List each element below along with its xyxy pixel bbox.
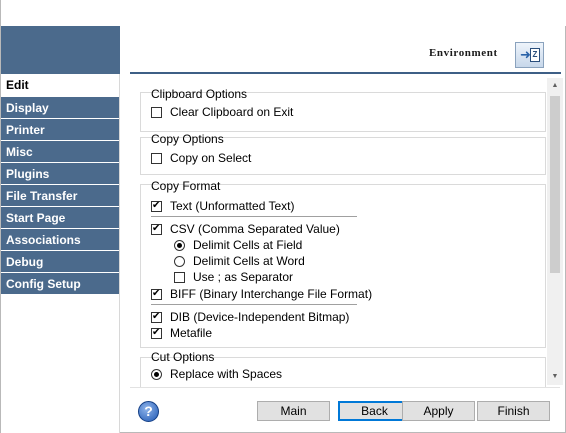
delimit-at-word-radio[interactable]: Delimit Cells at Word: [174, 253, 305, 269]
sidebar-item-debug[interactable]: Debug: [1, 251, 119, 273]
delimit-at-field-label: Delimit Cells at Field: [193, 238, 303, 252]
sidebar-item-display[interactable]: Display: [1, 97, 119, 119]
checkbox-box[interactable]: [151, 310, 162, 324]
use-semicolon-separator-checkbox[interactable]: Use ; as Separator: [174, 269, 293, 285]
clear-clipboard-on-exit-label: Clear Clipboard on Exit: [170, 105, 294, 119]
sidebar-item-misc[interactable]: Misc: [1, 141, 119, 163]
options-panel: Clipboard Options Clear Clipboard on Exi…: [130, 78, 560, 388]
apply-button[interactable]: Apply: [402, 401, 475, 421]
main-button[interactable]: Main: [257, 401, 330, 421]
checkbox-box[interactable]: [151, 106, 162, 118]
delimit-at-word-label: Delimit Cells at Word: [193, 254, 305, 268]
biff-format-checkbox[interactable]: BIFF (Binary Interchange File Format): [151, 286, 372, 302]
format-separator: [151, 304, 357, 305]
sidebar-item-associations[interactable]: Associations: [1, 229, 119, 251]
checkbox-box[interactable]: [151, 199, 162, 213]
metafile-format-checkbox[interactable]: Metafile: [151, 325, 212, 341]
csv-format-checkbox[interactable]: CSV (Comma Separated Value): [151, 221, 340, 237]
csv-format-label: CSV (Comma Separated Value): [170, 222, 340, 236]
sidebar-nav: Edit Display Printer Misc Plugins File T…: [1, 74, 120, 433]
finish-button[interactable]: Finish: [477, 401, 550, 421]
sidebar-item-file-transfer[interactable]: File Transfer: [1, 185, 119, 207]
copy-options-title: Copy Options: [151, 132, 224, 146]
replace-with-spaces-label: Replace with Spaces: [170, 367, 283, 381]
checkbox-box[interactable]: [151, 152, 162, 164]
radio-circle[interactable]: [174, 239, 185, 251]
sidebar-item-edit[interactable]: Edit: [1, 74, 119, 97]
checkbox-box[interactable]: [151, 326, 162, 340]
checkbox-box[interactable]: [174, 271, 185, 283]
scroll-down-arrow-icon[interactable]: ▼: [547, 369, 563, 385]
dib-format-checkbox[interactable]: DIB (Device-Independent Bitmap): [151, 309, 349, 325]
scroll-up-arrow-icon[interactable]: ▲: [547, 78, 563, 94]
delimit-at-field-radio[interactable]: Delimit Cells at Field: [174, 237, 302, 253]
checkbox-box[interactable]: [151, 287, 162, 301]
dib-format-label: DIB (Device-Independent Bitmap): [170, 310, 350, 324]
radio-circle[interactable]: [174, 255, 185, 267]
scrollbar-thumb[interactable]: [550, 96, 560, 273]
sidebar-item-start-page[interactable]: Start Page: [1, 207, 119, 229]
nav-header: [1, 26, 120, 74]
clipboard-options-title: Clipboard Options: [151, 87, 248, 101]
copy-format-title: Copy Format: [151, 179, 221, 193]
biff-format-label: BIFF (Binary Interchange File Format): [170, 287, 373, 301]
sidebar-item-config-setup[interactable]: Config Setup: [1, 273, 119, 295]
document-icon: Z: [530, 48, 540, 62]
vertical-scrollbar[interactable]: ▲ ▼: [547, 78, 563, 385]
header-divider: [130, 72, 561, 74]
format-separator: [151, 216, 357, 217]
sidebar-item-printer[interactable]: Printer: [1, 119, 119, 141]
top-strip: [1, 0, 566, 26]
cut-options-title: Cut Options: [151, 350, 215, 364]
back-button[interactable]: Back: [338, 401, 411, 421]
copy-on-select-label: Copy on Select: [170, 151, 252, 165]
environment-icon: ➜ Z: [515, 42, 544, 68]
sidebar-item-plugins[interactable]: Plugins: [1, 163, 119, 185]
use-semicolon-separator-label: Use ; as Separator: [193, 270, 294, 284]
clear-clipboard-on-exit-checkbox[interactable]: Clear Clipboard on Exit: [151, 104, 293, 120]
metafile-format-label: Metafile: [170, 326, 213, 340]
help-icon[interactable]: ?: [138, 401, 159, 422]
radio-circle[interactable]: [151, 368, 162, 380]
settings-window: Edit Display Printer Misc Plugins File T…: [0, 0, 566, 433]
text-format-label: Text (Unformatted Text): [170, 199, 295, 213]
replace-with-spaces-radio[interactable]: Replace with Spaces: [151, 366, 282, 382]
checkbox-box[interactable]: [151, 222, 162, 236]
copy-on-select-checkbox[interactable]: Copy on Select: [151, 150, 251, 166]
text-format-checkbox[interactable]: Text (Unformatted Text): [151, 198, 295, 214]
section-title: Environment: [429, 47, 498, 59]
